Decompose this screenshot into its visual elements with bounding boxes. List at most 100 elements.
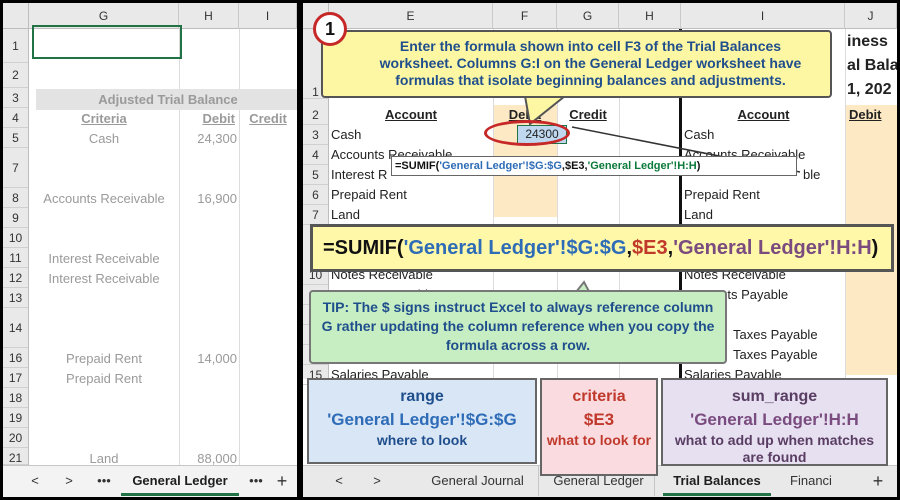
- formula-tooltip: =SUMIF('General Ledger'!$G:$G,$E3,'Gener…: [391, 156, 797, 176]
- column-header-i[interactable]: I: [239, 3, 297, 29]
- selected-cell-g1[interactable]: [32, 25, 182, 59]
- account-cell[interactable]: ble: [803, 165, 820, 185]
- column-headers: E F G H I J: [329, 3, 897, 29]
- formula-part: ,$E3,: [561, 160, 588, 172]
- select-all-corner[interactable]: [3, 3, 29, 29]
- add-sheet-button[interactable]: +: [271, 466, 293, 496]
- account-cell[interactable]: Prepaid Rent: [684, 185, 760, 205]
- column-header-j[interactable]: J: [845, 3, 897, 29]
- row-header[interactable]: 10: [3, 228, 28, 248]
- account-header[interactable]: Account: [329, 105, 493, 125]
- row-header[interactable]: 1: [3, 29, 28, 63]
- row-header[interactable]: 12: [3, 268, 28, 288]
- tab-scroll-prev-button[interactable]: <: [25, 466, 45, 496]
- tab-more-button[interactable]: •••: [91, 466, 117, 496]
- row-header[interactable]: 20: [3, 428, 28, 448]
- row-header[interactable]: 3: [3, 88, 28, 108]
- criteria-header[interactable]: Criteria: [29, 109, 179, 129]
- formula-part: ): [696, 160, 701, 172]
- credit-header[interactable]: Credit: [557, 105, 619, 125]
- formula-part: =SUMIF(: [395, 160, 440, 172]
- range-description: where to look: [376, 432, 468, 448]
- row-header[interactable]: 2: [303, 105, 328, 125]
- criteria-cell[interactable]: Cash: [29, 129, 179, 149]
- column-header-g[interactable]: G: [557, 3, 619, 29]
- account-cell[interactable]: Taxes Payable: [733, 325, 818, 345]
- row-header[interactable]: 16: [3, 348, 28, 368]
- formula-part: =SUMIF(: [323, 237, 404, 259]
- formula-part: ): [871, 237, 879, 259]
- row-header[interactable]: 19: [3, 408, 28, 428]
- add-sheet-button[interactable]: +: [867, 466, 889, 496]
- row-header[interactable]: 11: [3, 248, 28, 268]
- formula-part: 'General Ledger'!$G:$G: [439, 160, 562, 172]
- row-header[interactable]: 17: [3, 368, 28, 388]
- row-header[interactable]: 14: [3, 308, 28, 348]
- row-header[interactable]: 4: [303, 145, 328, 165]
- debit-header-2[interactable]: Debit: [845, 105, 897, 125]
- account-cell[interactable]: Cash: [684, 125, 714, 145]
- row-header[interactable]: 21: [3, 448, 28, 465]
- account-cell[interactable]: Taxes Payable: [733, 345, 818, 365]
- row-header[interactable]: 5: [303, 165, 328, 185]
- account-cell[interactable]: Land: [331, 205, 360, 225]
- tab-trial-balances[interactable]: Trial Balances: [663, 466, 771, 496]
- range-label: range: [400, 388, 444, 405]
- debit-cell[interactable]: 14,000: [179, 349, 237, 369]
- criteria-cell[interactable]: Prepaid Rent: [29, 369, 179, 389]
- account-header-2[interactable]: Account: [682, 105, 845, 125]
- row-header[interactable]: 2: [3, 63, 28, 88]
- title-fragment: iness: [847, 33, 888, 50]
- row-header[interactable]: 8: [3, 188, 28, 208]
- row-header[interactable]: 3: [303, 125, 328, 145]
- formula-part: $E3: [632, 237, 668, 259]
- row-header[interactable]: 6: [303, 185, 328, 205]
- column-header-i[interactable]: I: [681, 3, 845, 29]
- sum-range-value: 'General Ledger'!H:H: [690, 410, 859, 429]
- sum-range-argument-box: sum_range 'General Ledger'!H:H what to a…: [661, 378, 888, 466]
- row-header[interactable]: 9: [3, 208, 28, 228]
- row-header[interactable]: 4: [3, 108, 28, 128]
- debit-header[interactable]: Debit: [179, 109, 239, 129]
- criteria-cell[interactable]: Prepaid Rent: [29, 349, 179, 369]
- tab-scroll-next-button[interactable]: >: [59, 466, 79, 496]
- row-header[interactable]: 7: [3, 148, 28, 188]
- column-header-h[interactable]: H: [179, 3, 239, 29]
- credit-header[interactable]: Credit: [239, 109, 297, 129]
- criteria-cell[interactable]: Interest Receivable: [29, 269, 179, 289]
- account-cell[interactable]: Land: [684, 205, 713, 225]
- gridline: [845, 29, 846, 379]
- account-cell[interactable]: Prepaid Rent: [331, 185, 407, 205]
- tab-general-ledger[interactable]: General Ledger: [121, 466, 239, 496]
- row-header[interactable]: 13: [3, 288, 28, 308]
- criteria-cell[interactable]: Interest Receivable: [29, 249, 179, 269]
- tab-scroll-prev-button[interactable]: <: [329, 466, 349, 496]
- column-header-e[interactable]: E: [329, 3, 493, 29]
- criteria-label: criteria: [572, 388, 626, 405]
- row-header[interactable]: 7: [303, 205, 328, 225]
- row-header[interactable]: 18: [3, 388, 28, 408]
- debit-cell[interactable]: 16,900: [179, 189, 237, 209]
- step-instruction-callout: Enter the formula shown into cell F3 of …: [321, 30, 832, 98]
- row-header[interactable]: 5: [3, 128, 28, 148]
- title-fragment: al Bala: [847, 57, 897, 74]
- tab-general-journal[interactable]: General Journal: [417, 466, 539, 496]
- criteria-value: $E3: [583, 410, 615, 429]
- tab-financials[interactable]: Financi: [781, 466, 841, 496]
- column-header-h[interactable]: H: [619, 3, 681, 29]
- tab-more-button-2[interactable]: •••: [243, 466, 269, 496]
- tab-scroll-next-button[interactable]: >: [367, 466, 387, 496]
- range-argument-box: range 'General Ledger'!$G:$G where to lo…: [307, 378, 537, 464]
- row-headers: 1 2 3 4 5 7 8 9 10 11 12 13 14 16 17 18 …: [3, 29, 29, 465]
- sum-range-label: sum_range: [731, 388, 818, 405]
- account-cell[interactable]: Interest R: [331, 165, 387, 185]
- formula-display: =SUMIF('General Ledger'!$G:$G,$E3,'Gener…: [310, 224, 894, 272]
- range-value: 'General Ledger'!$G:$G: [327, 410, 517, 429]
- formula-part: 'General Ledger'!H:H: [587, 160, 697, 172]
- highlight-oval: [484, 120, 570, 146]
- debit-cell[interactable]: 24,300: [179, 129, 237, 149]
- column-header-f[interactable]: F: [493, 3, 557, 29]
- account-cell[interactable]: Cash: [331, 125, 361, 145]
- title-fragment: 1, 202: [847, 81, 892, 98]
- criteria-cell[interactable]: Accounts Receivable: [29, 189, 179, 209]
